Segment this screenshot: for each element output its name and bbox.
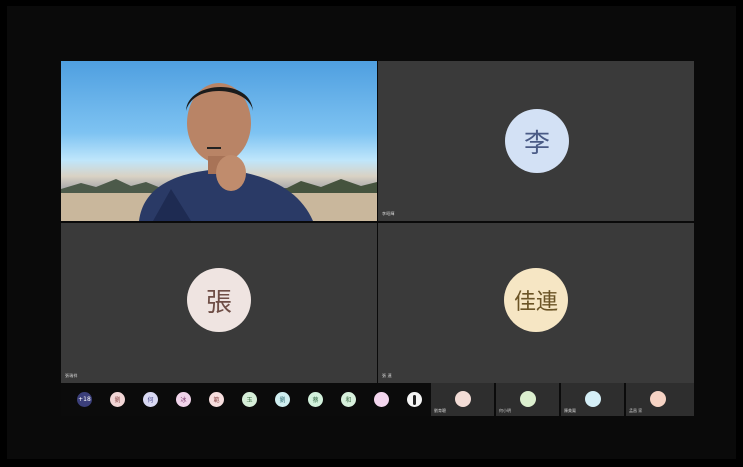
participant-name: 何小明 xyxy=(499,408,511,413)
participant-chip[interactable]: 和 xyxy=(341,392,356,407)
participant-video-tile[interactable] xyxy=(61,61,377,221)
more-participants-button[interactable]: +18 xyxy=(77,392,92,407)
participant-chip[interactable]: 玉 xyxy=(242,392,257,407)
participant-chip[interactable]: 冰 xyxy=(176,392,191,407)
participant-tile-li[interactable]: 李 李昭輝 xyxy=(378,61,694,221)
participant-avatar xyxy=(455,391,471,407)
participant-avatar: 佳連 xyxy=(504,268,568,332)
participant-name: 孟昌 家 xyxy=(629,408,643,413)
participant-avatar xyxy=(520,391,536,407)
participant-chip[interactable]: 蔡 xyxy=(308,392,323,407)
participant-mini-tile[interactable]: 何小明 xyxy=(496,383,559,416)
camera-feed xyxy=(61,83,377,221)
participant-chip[interactable]: 何 xyxy=(143,392,158,407)
participant-name: 張 連 xyxy=(382,373,392,378)
participant-chip[interactable] xyxy=(374,392,389,407)
participant-avatar xyxy=(650,391,666,407)
participant-mini-tile[interactable]: 劉育聰 xyxy=(431,383,494,416)
participant-mini-tile[interactable]: 陳美鳳 xyxy=(561,383,624,416)
participant-name: 李昭輝 xyxy=(382,211,395,216)
participant-avatar xyxy=(585,391,601,407)
participant-avatar: 李 xyxy=(505,109,569,173)
participant-photo-chip[interactable] xyxy=(407,392,422,407)
participant-chip[interactable]: 劉 xyxy=(275,392,290,407)
participant-avatar: 張 xyxy=(187,268,251,332)
participant-name: 劉育聰 xyxy=(434,408,446,413)
participant-strip: +18 劉 何 冰 範 玉 劉 蔡 和 陳 劉育聰 何小明 陳美鳳 孟昌 家 xyxy=(61,383,694,416)
video-grid: 李 李昭輝 張 張瑞祥 佳連 張 連 xyxy=(61,61,694,383)
participant-tile-jialian[interactable]: 佳連 張 連 xyxy=(378,223,694,383)
participant-mini-tile[interactable]: 孟昌 家 xyxy=(626,383,694,416)
participant-name: 張瑞祥 xyxy=(65,373,78,378)
participant-chip[interactable]: 範 xyxy=(209,392,224,407)
participant-chip[interactable]: 劉 xyxy=(110,392,125,407)
participant-name: 陳美鳳 xyxy=(564,408,576,413)
person-icon xyxy=(413,395,416,405)
participant-tile-zhang[interactable]: 張 張瑞祥 xyxy=(61,223,377,383)
